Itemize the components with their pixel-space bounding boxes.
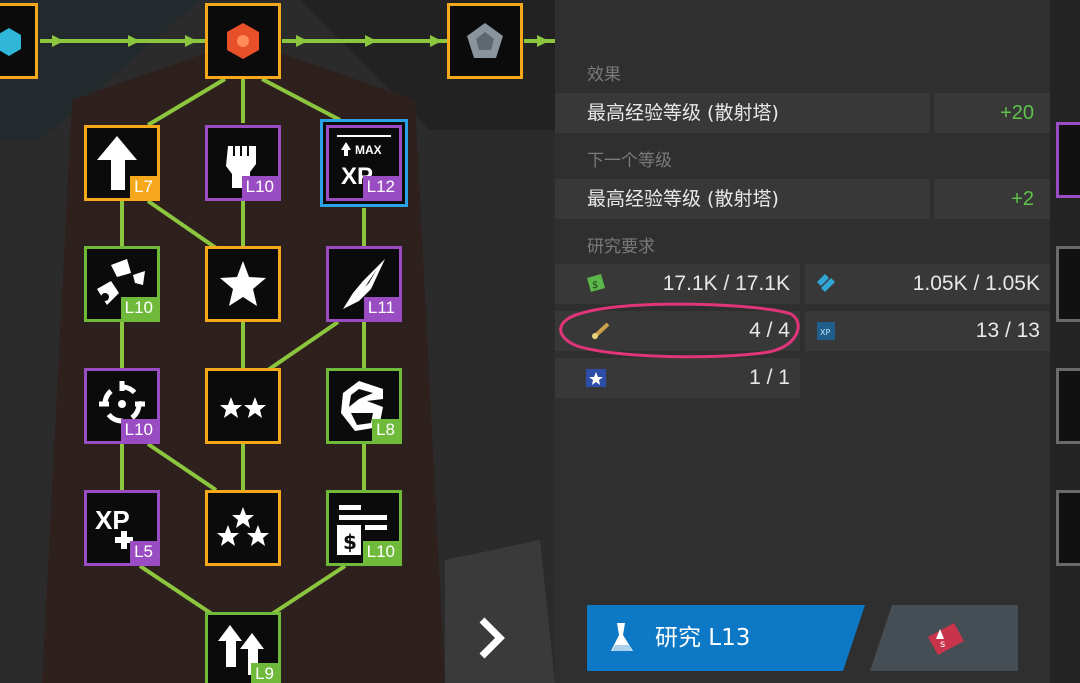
right-edge-panel bbox=[1050, 0, 1080, 683]
svg-text:MAX: MAX bbox=[355, 143, 382, 157]
research-button[interactable]: 研究 L13 bbox=[587, 605, 865, 671]
xp-scroll-icon: XP bbox=[817, 322, 835, 340]
requirement-bits: 1.05K / 1.05K bbox=[805, 264, 1050, 304]
star-icon bbox=[220, 261, 266, 306]
tree-background bbox=[0, 0, 555, 683]
blue-bits-icon bbox=[817, 274, 835, 292]
research-ticket-icon: s bbox=[928, 623, 964, 655]
tree-node-star-2[interactable] bbox=[205, 368, 281, 444]
requirements-header: 研究要求 bbox=[587, 237, 655, 257]
tree-node-bounty[interactable]: $ L10 bbox=[326, 490, 402, 566]
svg-text:XP: XP bbox=[95, 505, 130, 535]
effect-label: 最高经验等级 (散射塔) bbox=[587, 102, 779, 124]
node-level-badge: L7 bbox=[130, 176, 157, 198]
requirement-amount: 1 / 1 bbox=[749, 366, 790, 389]
tree-node-chomper[interactable]: L8 bbox=[326, 368, 402, 444]
node-level-badge: L10 bbox=[362, 541, 399, 563]
node-level-badge: L10 bbox=[120, 419, 157, 441]
requirement-amount: 13 / 13 bbox=[975, 319, 1040, 342]
tree-node-crosshair[interactable]: L10 bbox=[84, 368, 160, 444]
svg-text:XP: XP bbox=[820, 328, 830, 337]
tree-node-bottom[interactable]: L9 bbox=[205, 612, 281, 683]
star-scroll-icon bbox=[586, 369, 606, 387]
tree-node-max-xp[interactable]: MAX XP L12 bbox=[326, 125, 402, 201]
svg-text:s: s bbox=[940, 639, 945, 650]
tree-node-star-3[interactable] bbox=[205, 490, 281, 566]
chevron-right-icon[interactable] bbox=[470, 612, 510, 664]
flask-icon bbox=[611, 623, 633, 651]
tree-node-pierce[interactable]: L11 bbox=[326, 246, 402, 322]
research-button-label: 研究 L13 bbox=[655, 625, 751, 651]
requirement-cash: $ 17.1K / 17.1K bbox=[555, 264, 800, 304]
tree-node-range-up[interactable]: L7 bbox=[84, 125, 160, 201]
requirement-star-scroll: 1 / 1 bbox=[555, 358, 800, 398]
tech-tree: L7 L10 MAX XP L12 L10 L11 L10 L8 XP L5 $… bbox=[0, 0, 555, 683]
effect-value-cell: +20 bbox=[934, 93, 1050, 133]
tree-node-xp-plus[interactable]: XP L5 bbox=[84, 490, 160, 566]
tree-node-power-fist[interactable]: L10 bbox=[205, 125, 281, 201]
requirement-xp-scroll: XP 13 / 13 bbox=[805, 311, 1050, 351]
next-level-value: +2 bbox=[1011, 188, 1034, 210]
research-detail-panel: 效果 最高经验等级 (散射塔) +20 下一个等级 最高经验等级 (散射塔) +… bbox=[555, 0, 1050, 683]
requirement-amount: 1.05K / 1.05K bbox=[912, 272, 1040, 295]
two-stars-icon bbox=[220, 397, 266, 418]
node-level-badge: L9 bbox=[251, 663, 278, 683]
svg-text:$: $ bbox=[343, 530, 357, 554]
effect-header: 效果 bbox=[587, 65, 621, 85]
next-level-label: 最高经验等级 (散射塔) bbox=[587, 188, 779, 210]
three-stars-icon bbox=[217, 507, 269, 546]
next-level-value-cell: +2 bbox=[934, 179, 1050, 219]
node-level-badge: L10 bbox=[241, 176, 278, 198]
requirement-amount: 17.1K / 17.1K bbox=[662, 272, 790, 295]
tree-node-top-right[interactable] bbox=[447, 3, 523, 79]
effect-value: +20 bbox=[1000, 102, 1034, 124]
next-level-header: 下一个等级 bbox=[587, 151, 672, 171]
svg-text:$: $ bbox=[592, 280, 598, 291]
highlight-annotation bbox=[559, 302, 800, 359]
tree-node-shatter[interactable]: L10 bbox=[84, 246, 160, 322]
node-level-badge: L11 bbox=[363, 297, 399, 319]
tree-node-top-center[interactable] bbox=[205, 3, 281, 79]
node-level-badge: L12 bbox=[362, 176, 399, 198]
node-level-badge: L5 bbox=[130, 541, 157, 563]
hexagon-gem-icon bbox=[0, 28, 21, 56]
tree-node-star-1[interactable] bbox=[205, 246, 281, 322]
next-level-row: 最高经验等级 (散射塔) bbox=[555, 179, 930, 219]
tree-node-top-left[interactable] bbox=[0, 3, 38, 79]
node-level-badge: L8 bbox=[372, 419, 399, 441]
node-level-badge: L10 bbox=[120, 297, 157, 319]
pentagon-gem-icon bbox=[467, 23, 503, 58]
research-ticket-button[interactable]: s bbox=[870, 605, 1018, 671]
green-cash-icon: $ bbox=[587, 274, 605, 292]
effect-row: 最高经验等级 (散射塔) bbox=[555, 93, 930, 133]
orange-gear-hex-icon bbox=[227, 23, 259, 59]
